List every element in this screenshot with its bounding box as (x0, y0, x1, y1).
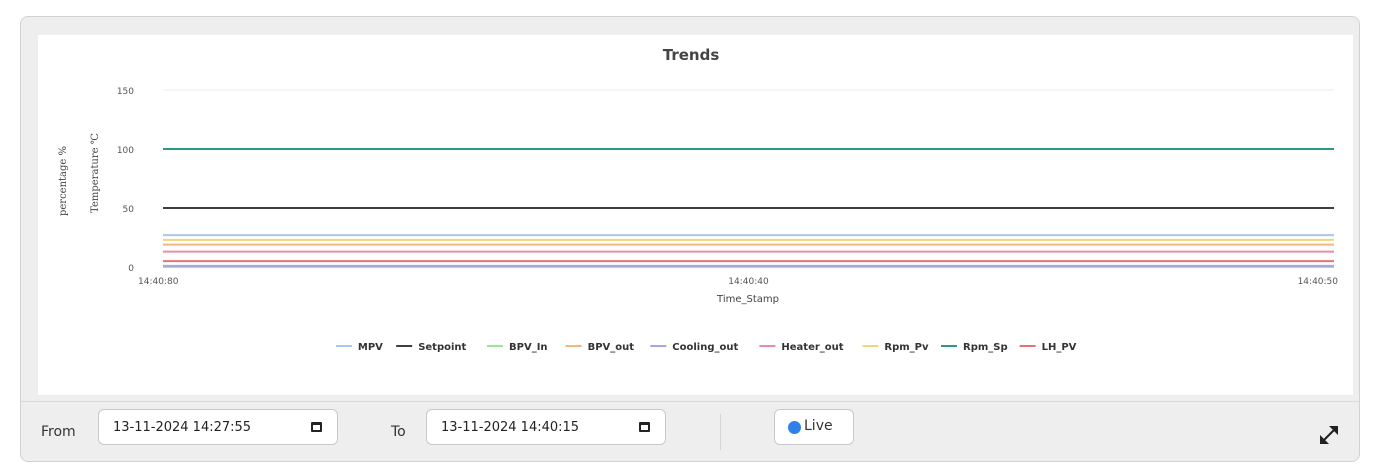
x-tick-label: 14:40:50 (1298, 277, 1339, 287)
time-range-toolbar: From 13-11-2024 14:27:55 To 13-11-2024 1… (21, 401, 1359, 462)
trends-panel: Trends 0 50 100 150 percentage % Temperature ℃… (20, 16, 1360, 462)
trends-chart: Trends 0 50 100 150 percentage % Temperature ℃… (58, 46, 1339, 353)
x-axis-label: Time_Stamp (716, 294, 779, 305)
legend-item: Cooling_out (672, 342, 738, 353)
x-tick-label: 14:40:80 (138, 277, 179, 287)
y-axis-label: percentage % (58, 146, 69, 216)
y-axis-label: Temperature ℃ (90, 133, 101, 213)
legend-item: BPV_In (509, 342, 548, 353)
y-tick-label: 100 (117, 146, 134, 156)
from-label: From (41, 424, 76, 440)
x-tick-label: 14:40:40 (728, 277, 769, 287)
live-status-dot (788, 421, 801, 434)
legend-item: Heater_out (781, 342, 843, 353)
chart-title: Trends (663, 46, 720, 64)
to-date-input[interactable]: 13-11-2024 14:40:15 (426, 409, 666, 445)
from-date-input[interactable]: 13-11-2024 14:27:55 (98, 409, 338, 445)
expand-button[interactable] (1316, 422, 1342, 448)
legend-item: BPV_out (588, 342, 635, 353)
legend-item: MPV (358, 342, 383, 353)
to-date-value: 13-11-2024 14:40:15 (441, 420, 580, 435)
legend-item: Rpm_Sp (963, 342, 1008, 353)
y-tick-label: 150 (117, 87, 134, 97)
legend-item: Rpm_Pv (884, 342, 929, 353)
toolbar-divider (720, 414, 721, 450)
expand-icon (1320, 426, 1338, 444)
legend-item: LH_PV (1042, 342, 1077, 353)
y-tick-label: 50 (123, 205, 135, 215)
live-button[interactable]: Live (774, 409, 854, 445)
calendar-icon[interactable] (311, 422, 322, 432)
to-label: To (391, 424, 406, 440)
chart-card: Trends 0 50 100 150 percentage % Temperature ℃… (38, 35, 1353, 395)
live-label: Live (804, 418, 833, 434)
y-tick-label: 0 (128, 264, 134, 274)
from-date-value: 13-11-2024 14:27:55 (113, 420, 252, 435)
calendar-icon[interactable] (639, 422, 650, 432)
legend-item: Setpoint (418, 342, 466, 353)
